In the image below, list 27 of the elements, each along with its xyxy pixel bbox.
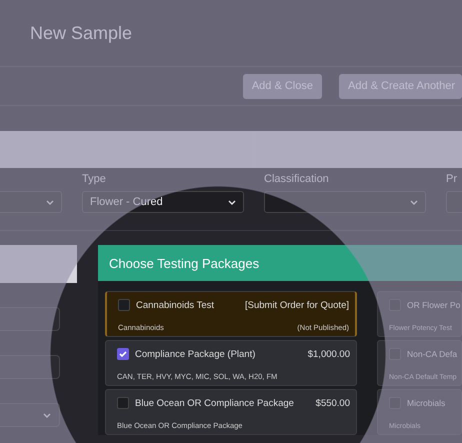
checkmark-icon — [119, 351, 127, 357]
input-field[interactable] — [0, 307, 60, 331]
checkbox[interactable] — [117, 348, 129, 360]
package-name: Blue Ocean OR Compliance Package — [135, 398, 294, 408]
package-price: $550.00 — [316, 398, 350, 408]
checkbox[interactable] — [118, 299, 130, 311]
checkbox[interactable] — [117, 397, 129, 409]
package-name: Cannabinoids Test — [136, 300, 214, 310]
field-label: Pr — [446, 173, 457, 185]
package-name: Non-CA Defa — [407, 349, 458, 359]
package-price: [Submit Order for Quote] — [244, 300, 349, 310]
chevron-down-icon — [46, 200, 54, 204]
select-field[interactable]: Flower - Cured — [82, 191, 244, 213]
chevron-down-icon — [43, 412, 51, 418]
package-name: OR Flower Po — [407, 300, 460, 310]
chevron-down-icon — [410, 200, 418, 204]
package-price: $1,000.00 — [308, 348, 350, 360]
field-label: Classification — [264, 173, 329, 185]
chevron-down-icon — [228, 200, 236, 204]
package-name: Compliance Package (Plant) — [135, 348, 256, 360]
package-name: Microbials — [407, 398, 446, 408]
select-field[interactable] — [264, 191, 426, 213]
modal-title: Choose Testing Packages — [109, 256, 260, 270]
field-label: Type — [82, 173, 106, 185]
select-field[interactable] — [0, 403, 60, 427]
input-field[interactable] — [0, 355, 60, 379]
page-title: New Sample — [30, 22, 132, 44]
